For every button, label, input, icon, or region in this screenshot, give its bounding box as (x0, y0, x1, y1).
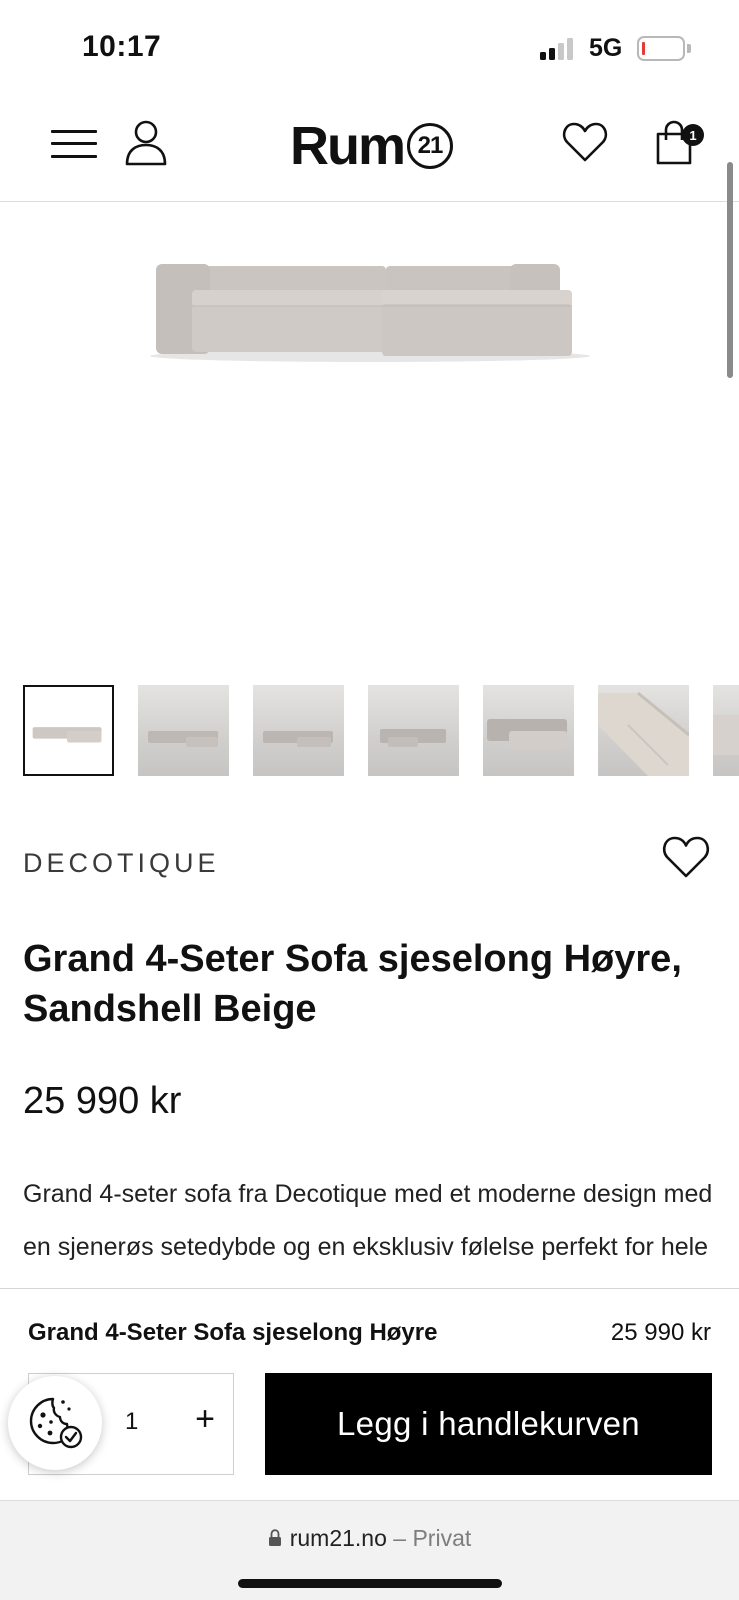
menu-icon[interactable] (51, 128, 97, 160)
product-price: 25 990 kr (23, 1080, 182, 1122)
cookie-icon (29, 1397, 83, 1449)
network-type: 5G (589, 34, 623, 62)
add-to-cart-button[interactable]: Legg i handlekurven (265, 1373, 712, 1475)
thumbnail-1[interactable] (23, 685, 114, 776)
thumbnail-4[interactable] (368, 685, 459, 776)
product-description: Grand 4-seter sofa fra Decotique med et … (23, 1180, 713, 1261)
address-bar[interactable]: rum21.no – Privat (0, 1525, 739, 1552)
battery-cap (687, 44, 691, 53)
product-main-image[interactable] (140, 246, 600, 376)
sticky-cart-bar: Grand 4-Seter Sofa sjeselong Høyre 25 99… (0, 1288, 739, 1500)
thumbnail-3[interactable] (253, 685, 344, 776)
thumbnail-2[interactable] (138, 685, 229, 776)
page-scrollbar[interactable] (727, 162, 733, 378)
signal-strength-icon (540, 38, 576, 60)
browsing-mode: – Privat (393, 1525, 472, 1551)
product-title: Grand 4-Seter Sofa sjeselong Høyre, Sand… (23, 938, 682, 1030)
battery-icon (637, 36, 685, 61)
home-indicator[interactable] (238, 1579, 502, 1588)
browser-bar: rum21.no – Privat (0, 1500, 739, 1600)
battery-level (642, 42, 645, 55)
status-time: 10:17 (82, 30, 162, 63)
logo-text: Rum (290, 116, 406, 176)
thumbnail-6[interactable] (598, 685, 689, 776)
cart-count-badge: 1 (682, 124, 704, 146)
product-brand[interactable]: DECOTIQUE (23, 848, 220, 879)
lock-icon (268, 1529, 281, 1546)
thumbnail-5[interactable] (483, 685, 574, 776)
logo-number: 21 (407, 123, 453, 169)
thumbnail-7[interactable] (713, 685, 739, 776)
quantity-value[interactable]: 1 (125, 1408, 138, 1436)
sticky-product-name: Grand 4-Seter Sofa sjeselong Høyre (28, 1319, 438, 1346)
account-icon[interactable] (124, 120, 168, 166)
site-header: Rum 21 (0, 96, 739, 202)
thumbnail-strip[interactable] (23, 685, 739, 777)
add-to-wishlist-heart-icon[interactable] (662, 834, 710, 880)
site-logo[interactable]: Rum 21 (290, 118, 453, 174)
cookie-settings-button[interactable] (8, 1376, 102, 1470)
sticky-product-price: 25 990 kr (610, 1319, 711, 1346)
url-domain: rum21.no (289, 1525, 387, 1551)
status-bar: 10:17 5G (0, 0, 739, 96)
quantity-plus-button[interactable]: + (189, 1402, 221, 1438)
heart-icon[interactable] (562, 120, 608, 164)
